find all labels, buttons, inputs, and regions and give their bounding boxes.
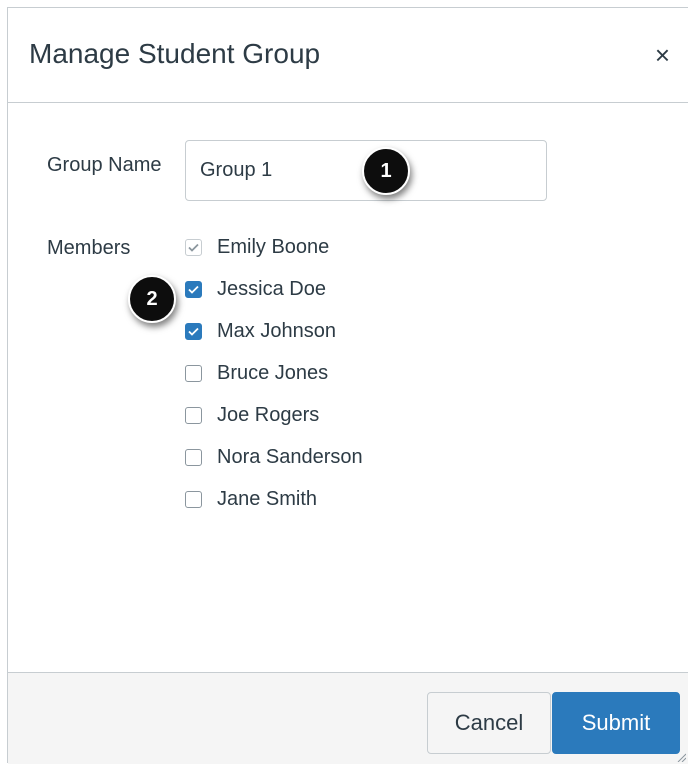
members-list: Emily Boone Jessica Doe Max Johnson Bruce J… [185, 226, 485, 520]
submit-button[interactable]: Submit [552, 692, 680, 754]
checkmark-icon [188, 285, 199, 294]
member-row[interactable]: Max Johnson [185, 310, 485, 352]
dialog-header: Manage Student Group × [8, 8, 688, 103]
member-checkbox [185, 238, 202, 256]
callout-badge-2: 2 [128, 275, 176, 323]
dialog-title: Manage Student Group [29, 38, 321, 69]
member-name: Emily Boone [217, 235, 330, 258]
member-row[interactable]: Nora Sanderson [185, 436, 485, 478]
member-name: Joe Rogers [217, 403, 320, 426]
member-checkbox[interactable] [185, 364, 202, 382]
member-name: Nora Sanderson [217, 445, 363, 468]
member-row[interactable]: Bruce Jones [185, 352, 485, 394]
callout-badge-1: 1 [362, 147, 410, 195]
member-name: Jane Smith [217, 487, 318, 510]
member-checkbox[interactable] [185, 490, 202, 508]
member-checkbox[interactable] [185, 280, 202, 298]
members-label: Members [47, 237, 131, 259]
member-checkbox[interactable] [185, 322, 202, 340]
member-row[interactable]: Jessica Doe [185, 268, 485, 310]
manage-student-group-dialog: Manage Student Group × Group Name 1 Memb… [7, 7, 688, 764]
member-row[interactable]: Jane Smith [185, 478, 485, 520]
group-name-label: Group Name [47, 154, 162, 176]
member-name: Max Johnson [217, 319, 336, 342]
close-icon[interactable]: × [655, 42, 670, 68]
checkmark-icon [188, 327, 199, 336]
checkmark-icon [188, 243, 199, 252]
cancel-button[interactable]: Cancel [427, 692, 551, 754]
member-row[interactable]: Joe Rogers [185, 394, 485, 436]
member-checkbox[interactable] [185, 406, 202, 424]
resize-handle-icon[interactable] [676, 752, 686, 762]
member-row: Emily Boone [185, 226, 485, 268]
dialog-footer: Cancel Submit [8, 672, 688, 764]
member-checkbox[interactable] [185, 448, 202, 466]
member-name: Bruce Jones [217, 361, 329, 384]
member-name: Jessica Doe [217, 277, 326, 300]
